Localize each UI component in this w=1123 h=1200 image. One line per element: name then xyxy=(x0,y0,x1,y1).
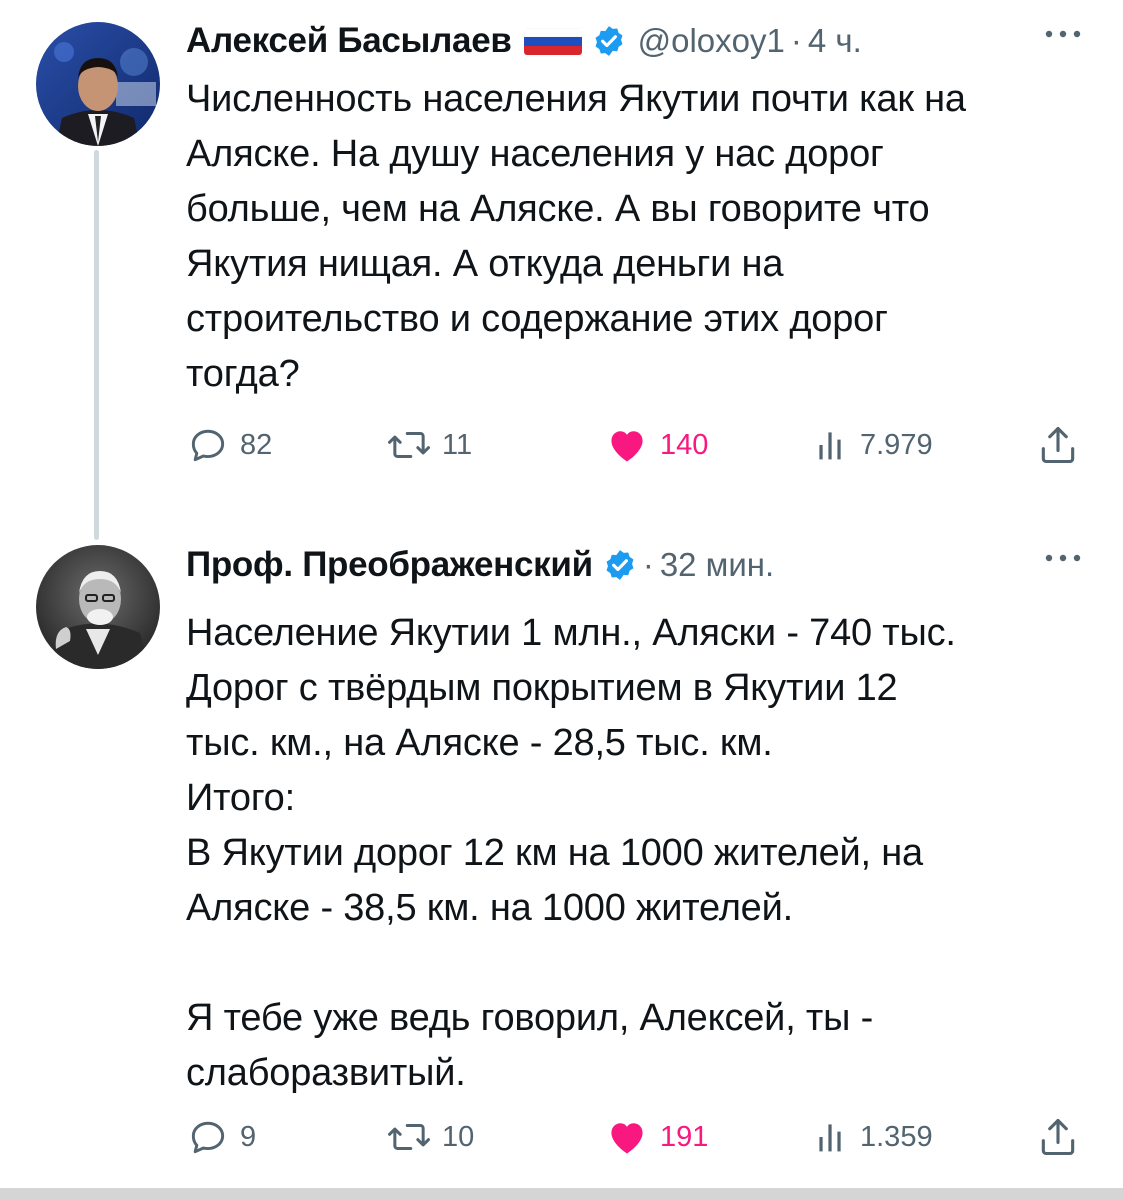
share-button[interactable] xyxy=(1036,1112,1080,1162)
bottom-divider xyxy=(0,1188,1123,1200)
tweet-actions: 82 11 140 7.979 xyxy=(186,420,1096,470)
reply-icon xyxy=(191,429,225,462)
thread-line xyxy=(94,150,99,540)
reply-button[interactable]: 82 xyxy=(186,420,272,470)
tweet-time[interactable]: 4 ч. xyxy=(808,22,862,60)
tweet-time[interactable]: 32 мин. xyxy=(660,546,774,584)
like-button[interactable]: 191 xyxy=(604,1112,708,1162)
like-button[interactable]: 140 xyxy=(604,420,708,470)
reply-count: 82 xyxy=(240,428,273,461)
heart-icon xyxy=(611,1123,643,1154)
like-count: 140 xyxy=(660,428,709,461)
heart-icon xyxy=(611,431,643,462)
tweet-text: Население Якутии 1 млн., Аляски - 740 ты… xyxy=(186,612,956,1094)
verified-badge-icon xyxy=(592,24,626,58)
reply-count: 9 xyxy=(240,1120,257,1153)
verified-badge-icon xyxy=(603,548,637,582)
share-icon xyxy=(1041,426,1075,464)
separator-dot: · xyxy=(642,546,654,583)
tweet[interactable]: Проф. Преображенский · 32 мин. Население… xyxy=(0,520,1123,1200)
like-count: 191 xyxy=(660,1120,709,1153)
tweet-actions: 9 10 191 1.359 xyxy=(186,1112,1096,1162)
russian-flag-icon xyxy=(523,27,582,55)
tweet-text: Численность населения Якутии почти как н… xyxy=(186,78,966,395)
views-button[interactable]: 1.359 xyxy=(814,1112,933,1162)
retweet-count: 11 xyxy=(442,428,473,461)
retweet-count: 10 xyxy=(442,1120,475,1153)
views-button[interactable]: 7.979 xyxy=(814,420,933,470)
author-name[interactable]: Проф. Преображенский xyxy=(186,545,593,585)
tweet-header: Алексей Басылаев @oloxoy1 · 4 ч. xyxy=(186,16,1093,66)
tweet-header: Проф. Преображенский · 32 мин. xyxy=(186,540,1093,590)
avatar[interactable] xyxy=(36,545,160,669)
avatar[interactable] xyxy=(36,22,160,146)
reply-icon xyxy=(191,1121,225,1154)
retweet-icon xyxy=(388,1123,430,1151)
retweet-icon xyxy=(388,431,430,459)
views-count: 7.979 xyxy=(860,428,933,461)
share-button[interactable] xyxy=(1036,420,1080,470)
more-options-icon[interactable] xyxy=(1041,24,1085,44)
views-count: 1.359 xyxy=(860,1120,933,1153)
retweet-button[interactable]: 11 xyxy=(386,420,472,470)
share-icon xyxy=(1041,1118,1075,1156)
views-icon xyxy=(819,1124,841,1152)
author-handle[interactable]: @oloxoy1 xyxy=(638,22,785,60)
more-options-icon[interactable] xyxy=(1041,548,1085,568)
separator-dot: · xyxy=(790,22,802,59)
reply-button[interactable]: 9 xyxy=(186,1112,256,1162)
retweet-button[interactable]: 10 xyxy=(386,1112,474,1162)
avatar-photo xyxy=(36,22,160,146)
avatar-photo xyxy=(36,545,160,669)
views-icon xyxy=(819,432,841,460)
tweet[interactable]: Алексей Басылаев @oloxoy1 · 4 ч. Численн… xyxy=(0,0,1123,540)
author-name[interactable]: Алексей Басылаев xyxy=(186,21,512,61)
